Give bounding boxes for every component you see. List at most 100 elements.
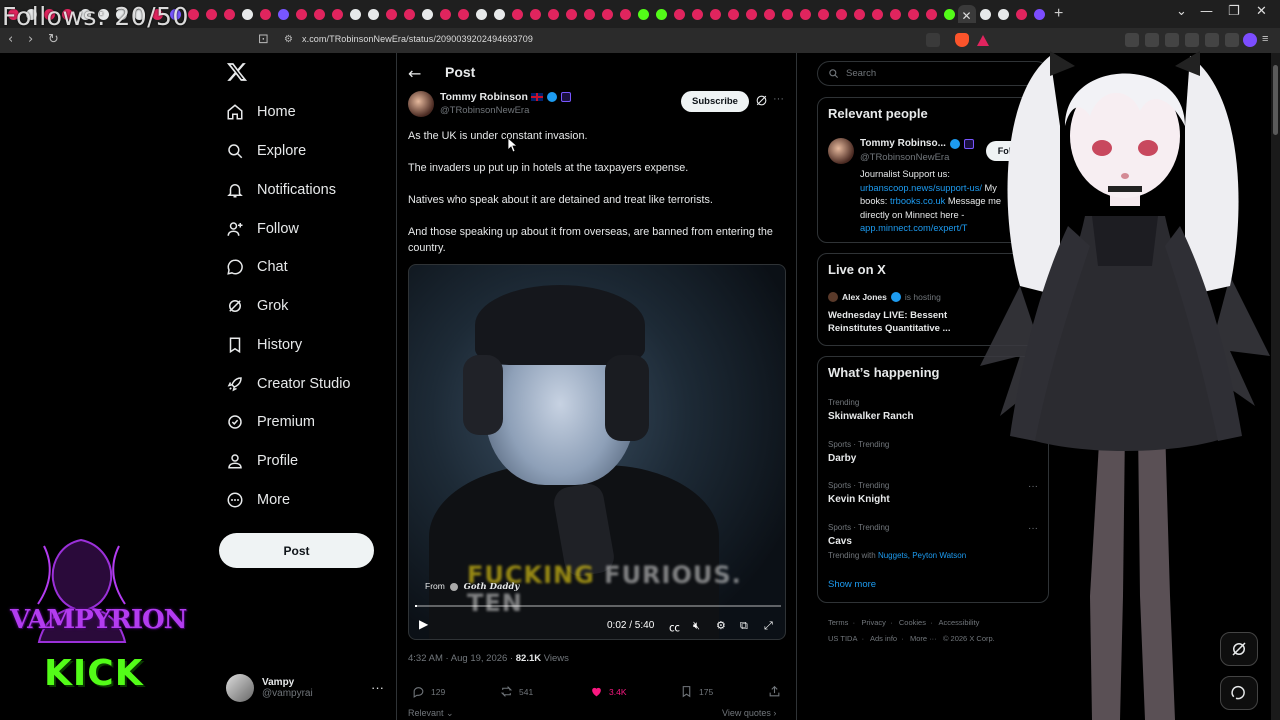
browser-tab[interactable] (742, 5, 760, 23)
page-scrollbar[interactable] (1271, 53, 1280, 720)
grok-icon[interactable] (755, 94, 768, 107)
bio-link[interactable]: app.minnect.com/expert/T (860, 223, 967, 233)
trend-item[interactable]: Trending Skinwalker Ranch (828, 398, 914, 422)
browser-tab[interactable] (868, 5, 886, 23)
browser-tab[interactable] (904, 5, 922, 23)
back-arrow-icon[interactable]: ← (408, 64, 421, 83)
trend-item[interactable]: Sports · Trending Kevin Knight (828, 481, 890, 505)
trend-with-links[interactable]: Nuggets, Peyton Watson (878, 551, 966, 560)
footer-link[interactable]: Privacy (861, 618, 886, 627)
browser-tab[interactable] (688, 5, 706, 23)
view-quotes-link[interactable]: View quotes › (722, 708, 776, 718)
browser-tab[interactable] (634, 5, 652, 23)
browser-tab[interactable] (508, 5, 526, 23)
author-avatar[interactable] (408, 91, 434, 117)
x-logo-icon[interactable] (226, 61, 248, 83)
new-tab-button[interactable]: + (1054, 5, 1063, 23)
bio-link[interactable]: trbooks.co.uk (890, 196, 945, 206)
browser-tab[interactable] (418, 5, 436, 23)
share-button[interactable] (768, 685, 787, 698)
sidebar-item-history[interactable]: History (226, 331, 302, 359)
browser-tab[interactable] (328, 5, 346, 23)
browser-tab[interactable] (526, 5, 544, 23)
browser-tab[interactable] (796, 5, 814, 23)
trend-item[interactable]: Sports · Trending Darby (828, 440, 889, 464)
grok-float-button[interactable] (1220, 632, 1258, 666)
relevant-person-handle[interactable]: @TRobinsonNewEra (860, 152, 949, 163)
bio-link[interactable]: urbanscoop.news/support-us/ (860, 183, 982, 193)
footer-link[interactable]: More ··· (910, 634, 937, 643)
close-window-button[interactable]: ✕ (1256, 4, 1267, 19)
sidebar-item-explore[interactable]: Explore (226, 137, 306, 165)
browser-tab[interactable] (724, 5, 742, 23)
browser-tab[interactable] (922, 5, 940, 23)
footer-link[interactable]: Cookies (899, 618, 926, 627)
repost-button[interactable]: 541 (500, 685, 533, 698)
author-name[interactable]: Tommy Robinson (440, 91, 528, 103)
bookmark-button[interactable]: 175 (680, 685, 713, 698)
minimize-button[interactable]: — (1200, 4, 1213, 19)
author-handle[interactable]: @TRobinsonNewEra (440, 105, 529, 116)
reply-sort-dropdown[interactable]: Relevant ⌄ (408, 708, 454, 719)
relevant-person-name-row[interactable]: Tommy Robinso... (860, 138, 974, 149)
cast-icon[interactable] (926, 33, 940, 47)
sidebar-item-profile[interactable]: Profile (226, 447, 298, 475)
sidebar-item-more[interactable]: More (226, 486, 290, 514)
browser-tab[interactable] (490, 5, 508, 23)
browser-tab[interactable] (346, 5, 364, 23)
show-more-link[interactable]: Show more (828, 579, 876, 590)
browser-tab[interactable] (256, 5, 274, 23)
footer-link[interactable]: Accessibility (938, 618, 979, 627)
browser-tab[interactable] (832, 5, 850, 23)
sidebar-item-notifications[interactable]: Notifications (226, 176, 336, 204)
browser-tab[interactable] (364, 5, 382, 23)
footer-link[interactable]: Terms (828, 618, 848, 627)
browser-tab[interactable] (616, 5, 634, 23)
browser-tab[interactable] (886, 5, 904, 23)
browser-tab[interactable] (976, 5, 994, 23)
like-button[interactable]: 3.4K (590, 685, 627, 698)
browser-tab[interactable] (706, 5, 724, 23)
relevant-person-name[interactable]: Tommy Robinso... (860, 138, 946, 149)
mute-icon[interactable]: 🔇︎ (693, 619, 700, 633)
sidebar-item-creator-studio[interactable]: Creator Studio (226, 370, 351, 398)
url-field[interactable]: x.com/TRobinsonNewEra/status/20900392024… (302, 34, 533, 44)
browser-tab[interactable] (436, 5, 454, 23)
browser-tab[interactable] (274, 5, 292, 23)
messages-float-button[interactable] (1220, 676, 1258, 710)
reload-icon[interactable]: ↻ (48, 32, 59, 47)
browser-tab[interactable] (292, 5, 310, 23)
tab-list-chevron-icon[interactable]: ⌄ (1176, 4, 1187, 19)
subscribe-button[interactable]: Subscribe (681, 91, 749, 112)
captions-icon[interactable]: ㏄ (669, 619, 680, 635)
fullscreen-icon[interactable]: ⤢ (764, 619, 773, 633)
browser-tab[interactable] (778, 5, 796, 23)
browser-tab[interactable] (1012, 5, 1030, 23)
video-source[interactable]: From Goth Daddy (425, 581, 519, 592)
sidebar-item-chat[interactable]: Chat (226, 253, 288, 281)
sidebar-item-follow[interactable]: Follow (226, 215, 299, 243)
avatar[interactable] (828, 138, 854, 164)
sidebar-item-premium[interactable]: Premium (226, 408, 315, 436)
maximize-button[interactable]: ❐ (1228, 4, 1240, 19)
account-more-icon[interactable]: ··· (371, 680, 384, 695)
browser-tab[interactable] (238, 5, 256, 23)
browser-tab[interactable] (814, 5, 832, 23)
footer-link[interactable]: Ads info (870, 634, 897, 643)
video-player[interactable]: FUCKING FURIOUS. TEN From Goth Daddy ▶ 0… (408, 264, 786, 640)
browser-tab[interactable] (562, 5, 580, 23)
compose-post-button[interactable]: Post (219, 533, 374, 568)
bookmark-page-icon[interactable]: ⊡ (258, 32, 269, 47)
site-info-icon[interactable]: ⚙ (284, 34, 293, 45)
brave-shield-icon[interactable] (955, 33, 969, 47)
browser-tab[interactable] (670, 5, 688, 23)
sidebar-item-home[interactable]: Home (226, 98, 296, 126)
back-nav-icon[interactable]: ‹ (8, 32, 13, 47)
browser-tab[interactable] (220, 5, 238, 23)
browser-tab[interactable] (940, 5, 958, 23)
sidebar-item-grok[interactable]: Grok (226, 292, 288, 320)
browser-tab[interactable] (454, 5, 472, 23)
reply-button[interactable]: 129 (412, 685, 445, 698)
post-timestamp[interactable]: 4:32 AM · Aug 19, 2026 · (408, 653, 516, 664)
browser-tab[interactable] (598, 5, 616, 23)
